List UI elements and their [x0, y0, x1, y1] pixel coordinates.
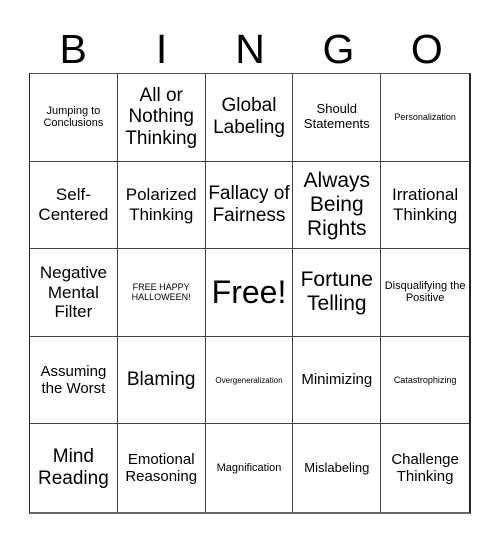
bingo-cell[interactable]: Personalization — [381, 74, 469, 162]
header-letter-o: O — [410, 26, 443, 72]
cell-label: Mind Reading — [38, 446, 109, 490]
cell-label: Should Statements — [303, 101, 370, 132]
bingo-cell[interactable]: Challenge Thinking — [381, 424, 469, 512]
cell-label: Fortune Telling — [300, 268, 373, 316]
header-letter-i: I — [155, 26, 168, 72]
cell-label: Personalization — [394, 112, 456, 123]
cell-label: Assuming the Worst — [40, 362, 107, 398]
bingo-cell[interactable]: All or Nothing Thinking — [117, 74, 206, 162]
cell-label: Mislabeling — [304, 459, 370, 475]
cell-label: FREE HAPPY HALLOWEEN! — [131, 282, 191, 303]
cell-label: Self-Centered — [38, 185, 109, 224]
cell-label: Irrational Thinking — [392, 185, 459, 224]
cell-label: Free! — [211, 274, 287, 311]
bingo-cell[interactable]: Mind Reading — [30, 424, 118, 512]
bingo-cell[interactable]: Always Being Rights — [293, 161, 382, 250]
bingo-cell[interactable]: Self-Centered — [30, 161, 118, 250]
cell-label: Fallacy of Fairness — [208, 183, 290, 226]
bingo-cell[interactable]: Should Statements — [293, 74, 382, 162]
bingo-cell[interactable]: Assuming the Worst — [30, 336, 118, 425]
cell-label: Disqualifying the Positive — [384, 279, 466, 305]
bingo-cell[interactable]: Magnification — [206, 424, 294, 512]
cell-label: Magnification — [216, 461, 282, 474]
cell-label: Overgeneralization — [215, 375, 283, 385]
cell-label: Global Labeling — [213, 95, 285, 139]
bingo-cell[interactable]: FREE HAPPY HALLOWEEN! — [117, 249, 206, 337]
cell-label: Challenge Thinking — [391, 450, 459, 486]
bingo-cell[interactable]: Emotional Reasoning — [118, 424, 206, 512]
bingo-cell[interactable]: Jumping to Conclusions — [30, 74, 118, 162]
cell-label: Emotional Reasoning — [125, 450, 198, 486]
bingo-cell[interactable]: Blaming — [117, 336, 206, 425]
cell-label: Polarized Thinking — [125, 185, 197, 224]
header-letter-n: N — [235, 26, 265, 72]
bingo-cell[interactable]: Irrational Thinking — [381, 162, 469, 250]
cell-label: Blaming — [126, 369, 196, 391]
cell-label: Negative Mental Filter — [39, 263, 107, 322]
bingo-cell[interactable]: Overgeneralization — [205, 336, 294, 425]
cell-label: Catastrophizing — [393, 374, 457, 385]
bingo-cell[interactable]: Polarized Thinking — [117, 161, 206, 250]
bingo-cell[interactable]: Negative Mental Filter — [30, 249, 118, 337]
bingo-header: B I N G O — [29, 26, 471, 72]
bingo-cell[interactable]: Catastrophizing — [381, 337, 469, 425]
bingo-board: Jumping to Conclusions All or Nothing Th… — [29, 73, 471, 514]
bingo-cell[interactable]: Fortune Telling — [293, 249, 382, 337]
bingo-cell[interactable]: Global Labeling — [205, 74, 294, 162]
free-space-cell[interactable]: Free! — [205, 249, 294, 337]
bingo-cell[interactable]: Minimizing — [293, 336, 382, 425]
bingo-cell[interactable]: Mislabeling — [293, 424, 382, 512]
bingo-cell[interactable]: Fallacy of Fairness — [205, 161, 294, 250]
cell-label: All or Nothing Thinking — [125, 84, 198, 150]
bingo-cell[interactable]: Disqualifying the Positive — [381, 249, 469, 337]
header-letter-g: G — [322, 26, 355, 72]
cell-label: Always Being Rights — [303, 168, 371, 240]
cell-label: Minimizing — [301, 371, 373, 389]
cell-label: Jumping to Conclusions — [43, 104, 104, 130]
header-letter-b: B — [59, 26, 87, 72]
